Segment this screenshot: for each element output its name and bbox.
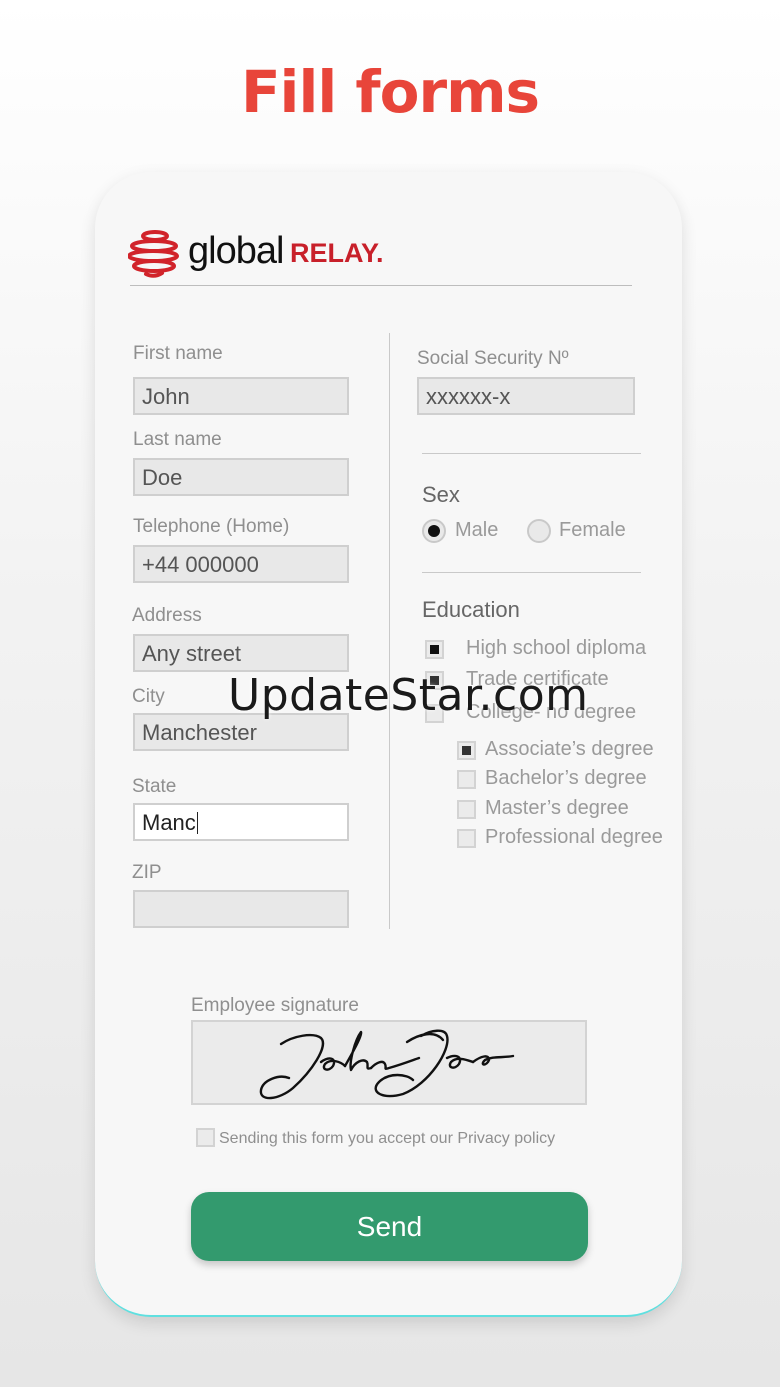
city-label: City — [132, 686, 165, 707]
text-caret — [196, 812, 199, 834]
sex-divider — [422, 572, 641, 573]
privacy-policy-checkbox[interactable] — [196, 1128, 215, 1147]
state-label: State — [132, 776, 177, 797]
sex-male-label: Male — [455, 519, 499, 541]
signature-box[interactable] — [191, 1020, 587, 1105]
education-checkbox-professional[interactable] — [457, 829, 476, 848]
education-title: Education — [422, 597, 520, 622]
handwritten-signature — [259, 1029, 515, 1100]
ssn-label: Social Security Nº — [417, 348, 569, 369]
education-checkbox-associate[interactable] — [457, 741, 476, 760]
address-field[interactable]: Any street — [133, 634, 349, 672]
education-label-master: Master’s degree — [485, 797, 629, 819]
education-label-bachelor: Bachelor’s degree — [485, 767, 647, 789]
education-label-professional: Professional degree — [485, 826, 663, 848]
logo-text-relay: RELAY. — [290, 238, 384, 268]
telephone-field[interactable]: +44 000000 — [133, 545, 349, 583]
state-field[interactable]: Manc — [133, 803, 349, 841]
privacy-policy-text: Sending this form you accept our Privacy… — [219, 1130, 556, 1147]
sex-title: Sex — [422, 482, 460, 507]
sex-female-label: Female — [559, 519, 626, 541]
education-label-associate: Associate’s degree — [485, 738, 654, 760]
ssn-divider — [422, 453, 641, 454]
page-headline: Fill forms — [240, 58, 540, 126]
sex-male-radio[interactable] — [422, 519, 446, 543]
education-checkbox-bachelor[interactable] — [457, 770, 476, 789]
logo-text-global: global — [188, 230, 284, 272]
first-name-field[interactable]: John — [133, 377, 349, 415]
education-checkbox-master[interactable] — [457, 800, 476, 819]
education-label-high-school: High school diploma — [466, 637, 647, 659]
send-button[interactable]: Send — [191, 1192, 588, 1261]
zip-label: ZIP — [132, 862, 162, 883]
last-name-field[interactable]: Doe — [133, 458, 349, 496]
sex-female-radio[interactable] — [527, 519, 551, 543]
telephone-label: Telephone (Home) — [133, 516, 290, 537]
logo-swirl-icon — [128, 230, 179, 278]
ssn-field[interactable]: xxxxxx-x — [417, 377, 635, 415]
logo-divider — [130, 285, 632, 286]
zip-field[interactable] — [133, 890, 349, 928]
signature-label: Employee signature — [191, 995, 359, 1016]
education-checkbox-high-school[interactable] — [425, 640, 444, 659]
first-name-label: First name — [133, 343, 223, 364]
state-field-value: Manc — [142, 810, 196, 835]
last-name-label: Last name — [133, 429, 222, 450]
column-divider — [389, 333, 390, 929]
address-label: Address — [132, 605, 202, 626]
watermark: UpdateStar.com — [228, 670, 589, 721]
